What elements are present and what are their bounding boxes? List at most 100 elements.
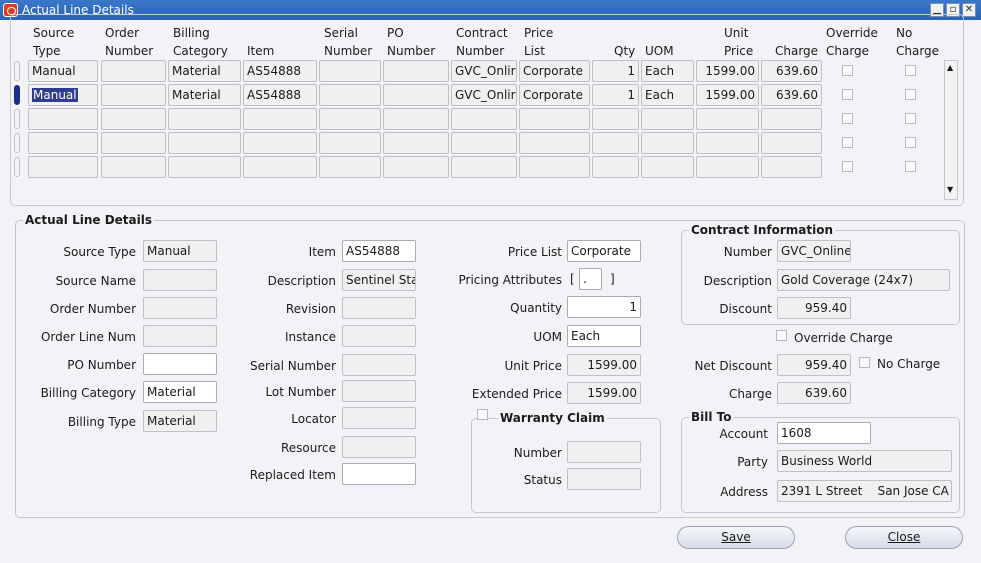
cell-unit-price[interactable] — [696, 156, 759, 178]
billing-type-field[interactable]: Material — [143, 410, 217, 432]
scroll-down-icon[interactable]: ▼ — [947, 185, 953, 194]
cell-unit-price[interactable] — [696, 108, 759, 130]
revision-field[interactable] — [342, 297, 416, 319]
no-charge-checkbox[interactable] — [905, 113, 916, 124]
cell-qty[interactable]: 1 — [592, 84, 639, 106]
cell-price-list[interactable] — [519, 132, 590, 154]
cell-order-number[interactable] — [101, 108, 166, 130]
close-window-icon[interactable]: ✕ — [962, 3, 976, 17]
cell-uom[interactable]: Each — [641, 84, 694, 106]
row-selector[interactable] — [14, 85, 20, 105]
save-button[interactable]: Save — [677, 526, 795, 549]
cell-item[interactable]: AS54888 — [243, 84, 317, 106]
party-field[interactable]: Business World — [777, 450, 952, 472]
lot-number-field[interactable] — [342, 380, 416, 402]
cell-billing-category[interactable] — [168, 108, 241, 130]
override-charge-checkbox[interactable] — [776, 330, 787, 341]
cell-po-number[interactable] — [383, 60, 449, 82]
cell-po-number[interactable] — [383, 132, 449, 154]
cell-contract-number[interactable]: GVC_Onlir — [451, 84, 517, 106]
cell-uom[interactable] — [641, 132, 694, 154]
cell-price-list[interactable]: Corporate — [519, 60, 590, 82]
cell-qty[interactable] — [592, 156, 639, 178]
instance-field[interactable] — [342, 325, 416, 347]
warranty-claim-checkbox[interactable] — [477, 409, 488, 420]
billing-category-field[interactable]: Material — [143, 381, 217, 403]
cell-serial-number[interactable] — [319, 108, 381, 130]
cell-billing-category[interactable] — [168, 132, 241, 154]
cell-billing-category[interactable]: Material — [168, 60, 241, 82]
cell-unit-price[interactable]: 1599.00 — [696, 60, 759, 82]
address-field[interactable]: 2391 L Street San Jose CA — [777, 480, 952, 502]
cell-unit-price[interactable] — [696, 132, 759, 154]
cell-qty[interactable] — [592, 108, 639, 130]
description-field[interactable]: Sentinel Sta — [342, 269, 416, 291]
no-charge-checkbox[interactable] — [859, 357, 870, 368]
warranty-number-field[interactable] — [567, 441, 641, 463]
cell-contract-number[interactable] — [451, 108, 517, 130]
override-charge-checkbox[interactable] — [842, 113, 853, 124]
override-charge-checkbox[interactable] — [842, 161, 853, 172]
unit-price-field[interactable]: 1599.00 — [567, 354, 641, 376]
override-charge-checkbox[interactable] — [842, 89, 853, 100]
price-list-field[interactable]: Corporate — [567, 240, 641, 262]
no-charge-checkbox[interactable] — [905, 137, 916, 148]
row-selector[interactable] — [14, 157, 20, 177]
cell-order-number[interactable] — [101, 156, 166, 178]
cell-source-type[interactable]: Manual — [28, 60, 98, 82]
cell-serial-number[interactable] — [319, 84, 381, 106]
cell-contract-number[interactable]: GVC_Onlir — [451, 60, 517, 82]
extended-price-field[interactable]: 1599.00 — [567, 382, 641, 404]
contract-number-field[interactable]: GVC_Online — [777, 240, 851, 262]
row-selector[interactable] — [14, 133, 20, 153]
warranty-status-field[interactable] — [567, 468, 641, 490]
override-charge-checkbox[interactable] — [842, 65, 853, 76]
source-name-field[interactable] — [143, 269, 217, 291]
net-discount-field[interactable]: 959.40 — [777, 354, 851, 376]
cell-uom[interactable] — [641, 156, 694, 178]
cell-item[interactable] — [243, 132, 317, 154]
cell-uom[interactable]: Each — [641, 60, 694, 82]
quantity-field[interactable]: 1 — [567, 296, 641, 318]
po-number-field[interactable] — [143, 353, 217, 375]
item-field[interactable]: AS54888 — [342, 240, 416, 262]
cell-po-number[interactable] — [383, 84, 449, 106]
cell-source-type[interactable] — [28, 132, 98, 154]
serial-number-field[interactable] — [342, 354, 416, 376]
contract-description-field[interactable]: Gold Coverage (24x7) — [777, 269, 950, 291]
pricing-attributes-field[interactable]: . — [579, 268, 602, 290]
resource-field[interactable] — [342, 436, 416, 458]
cell-charge[interactable] — [761, 132, 822, 154]
row-selector[interactable] — [14, 61, 20, 81]
locator-field[interactable] — [342, 407, 416, 429]
cell-contract-number[interactable] — [451, 132, 517, 154]
order-line-num-field[interactable] — [143, 325, 217, 347]
scroll-up-icon[interactable]: ▲ — [947, 63, 953, 72]
cell-source-type[interactable]: Manual — [28, 84, 98, 106]
source-type-field[interactable]: Manual — [143, 240, 217, 262]
cell-serial-number[interactable] — [319, 132, 381, 154]
account-field[interactable]: 1608 — [777, 422, 871, 444]
cell-order-number[interactable] — [101, 132, 166, 154]
cell-price-list[interactable]: Corporate — [519, 84, 590, 106]
row-selector[interactable] — [14, 109, 20, 129]
no-charge-checkbox[interactable] — [905, 65, 916, 76]
cell-billing-category[interactable]: Material — [168, 84, 241, 106]
cell-billing-category[interactable] — [168, 156, 241, 178]
cell-charge[interactable]: 639.60 — [761, 60, 822, 82]
no-charge-checkbox[interactable] — [905, 89, 916, 100]
cell-item[interactable]: AS54888 — [243, 60, 317, 82]
cell-source-type[interactable] — [28, 108, 98, 130]
cell-source-type[interactable] — [28, 156, 98, 178]
order-number-field[interactable] — [143, 297, 217, 319]
cell-qty[interactable] — [592, 132, 639, 154]
cell-charge[interactable] — [761, 156, 822, 178]
cell-uom[interactable] — [641, 108, 694, 130]
cell-qty[interactable]: 1 — [592, 60, 639, 82]
cell-price-list[interactable] — [519, 108, 590, 130]
charge-field[interactable]: 639.60 — [777, 382, 851, 404]
cell-contract-number[interactable] — [451, 156, 517, 178]
discount-field[interactable]: 959.40 — [777, 297, 851, 319]
cell-price-list[interactable] — [519, 156, 590, 178]
cell-po-number[interactable] — [383, 108, 449, 130]
